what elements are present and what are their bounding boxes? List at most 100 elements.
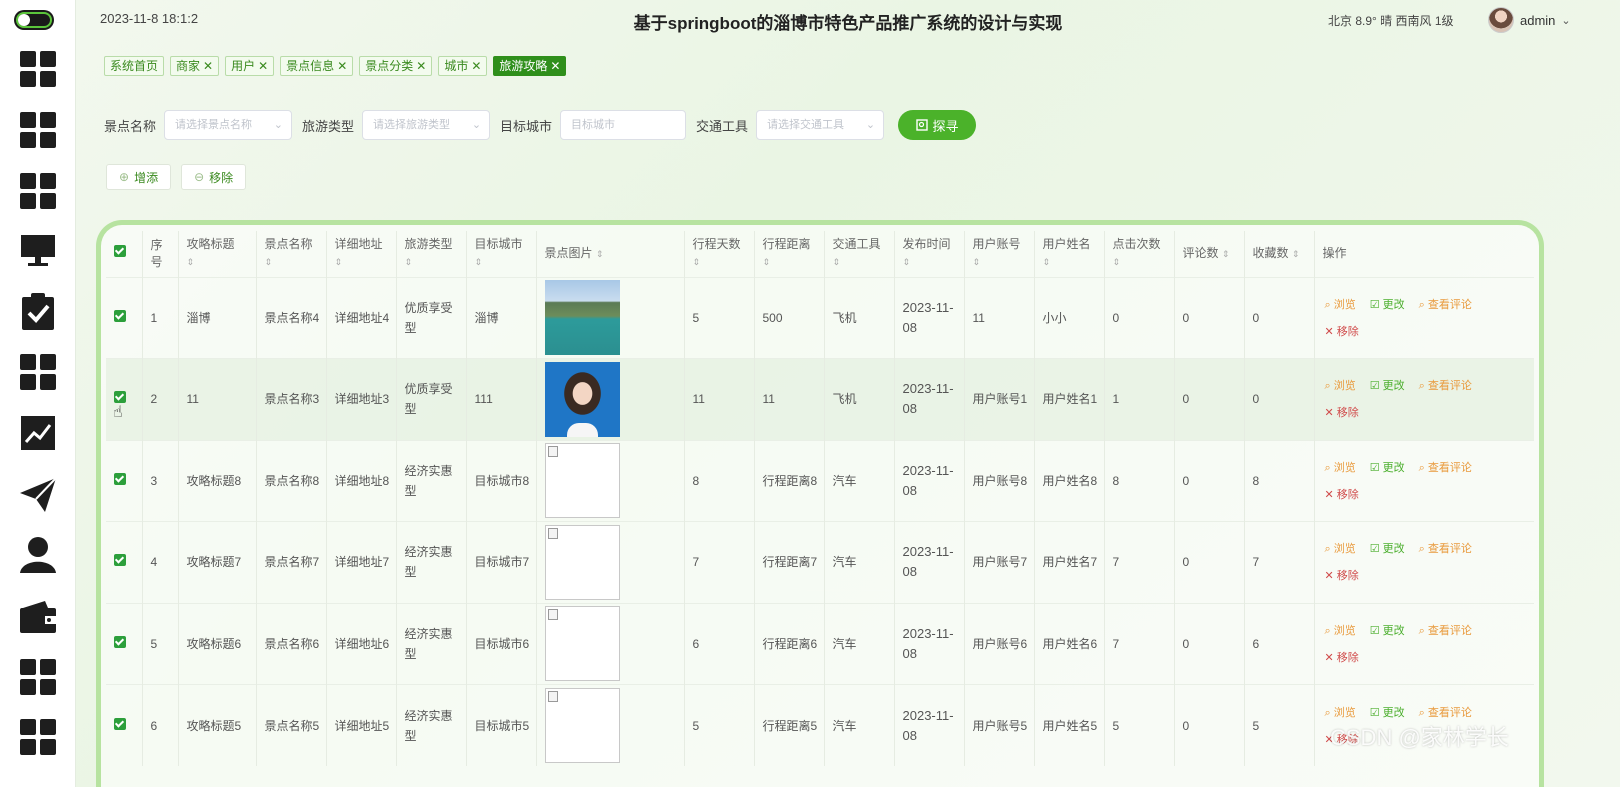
tag-user[interactable]: 用户 ✕ [225, 56, 275, 76]
view-button[interactable]: ⌕ 浏览 [1325, 292, 1356, 319]
close-icon[interactable]: ✕ [550, 59, 560, 73]
sort-icon[interactable]: ⇕ [833, 257, 841, 267]
col-uname[interactable]: 用户姓名 ⇕ [1034, 231, 1105, 277]
col-spot[interactable]: 景点名称 ⇕ [256, 231, 327, 277]
col-type[interactable]: 旅游类型 ⇕ [396, 231, 467, 277]
row-checkbox[interactable] [114, 472, 126, 485]
close-icon[interactable]: ✕ [203, 59, 213, 73]
grid-icon[interactable] [19, 658, 57, 696]
spot-image[interactable] [544, 606, 620, 682]
sort-icon[interactable]: ⇕ [1043, 257, 1051, 267]
row-checkbox[interactable] [114, 309, 126, 322]
spot-image[interactable] [544, 524, 620, 600]
transport-select[interactable]: 请选择交通工具 ⌄ [756, 110, 885, 140]
edit-button[interactable]: ☑ 更改 [1370, 373, 1405, 400]
tag-merchant[interactable]: 商家 ✕ [170, 56, 220, 76]
sort-icon[interactable]: ⇕ [405, 257, 413, 267]
delete-button[interactable]: ✕ 移除 [1325, 482, 1359, 509]
edit-button[interactable]: ☑ 更改 [1370, 536, 1405, 563]
user-menu[interactable]: admin ⌄ [1488, 7, 1571, 33]
search-icon: ⌕ [1418, 461, 1425, 474]
close-icon[interactable]: ✕ [471, 59, 481, 73]
col-image[interactable]: 景点图片 ⇕ [536, 231, 685, 277]
sort-icon[interactable]: ⇕ [903, 257, 911, 267]
col-address[interactable]: 详细地址 ⇕ [326, 231, 397, 277]
sort-icon[interactable]: ⇕ [335, 257, 343, 267]
col-comments[interactable]: 评论数 ⇕ [1174, 231, 1245, 277]
user-icon[interactable] [19, 536, 57, 574]
sort-icon[interactable]: ⇕ [265, 257, 273, 267]
col-clicks[interactable]: 点击次数 ⇕ [1104, 231, 1175, 277]
delete-button[interactable]: ✕ 移除 [1325, 400, 1359, 427]
grid-icon[interactable] [19, 353, 57, 391]
view-button[interactable]: ⌕ 浏览 [1325, 618, 1356, 645]
view-button[interactable]: ⌕ 浏览 [1325, 455, 1356, 482]
search-button[interactable]: 探寻 [898, 110, 977, 140]
view-comments-button[interactable]: ⌕ 查看评论 [1419, 618, 1472, 645]
spot-image[interactable] [544, 443, 620, 519]
sort-icon[interactable]: ⇕ [1113, 257, 1121, 267]
col-title[interactable]: 攻略标题 ⇕ [178, 231, 257, 277]
sort-icon[interactable]: ⇕ [763, 257, 771, 267]
close-icon[interactable]: ✕ [337, 59, 347, 73]
spot-image[interactable] [544, 361, 620, 437]
spot-image[interactable] [544, 688, 620, 763]
grid-icon[interactable] [19, 718, 57, 756]
col-account[interactable]: 用户账号 ⇕ [964, 231, 1035, 277]
sort-icon[interactable]: ⇕ [1222, 249, 1230, 259]
delete-button[interactable]: ✕ 移除 [1325, 319, 1359, 346]
tag-city[interactable]: 城市 ✕ [438, 56, 488, 76]
close-icon[interactable]: ✕ [416, 59, 426, 73]
view-comments-button[interactable]: ⌕ 查看评论 [1419, 536, 1472, 563]
monitor-icon[interactable] [19, 232, 57, 270]
view-comments-button[interactable]: ⌕ 查看评论 [1419, 373, 1472, 400]
row-checkbox[interactable] [114, 635, 126, 648]
view-button[interactable]: ⌕ 浏览 [1325, 536, 1356, 563]
view-comments-button[interactable]: ⌕ 查看评论 [1419, 455, 1472, 482]
row-checkbox[interactable] [114, 554, 126, 567]
col-favorites[interactable]: 收藏数 ⇕ [1244, 231, 1315, 277]
delete-button[interactable]: ✕ 移除 [1325, 645, 1359, 672]
clipboard-check-icon[interactable] [19, 293, 57, 331]
grid-icon[interactable] [19, 50, 57, 88]
tag-spot-category[interactable]: 景点分类 ✕ [359, 56, 433, 76]
chart-icon[interactable] [19, 414, 57, 452]
username[interactable]: admin [1520, 13, 1555, 28]
tag-label: 城市 [444, 59, 469, 73]
row-checkbox[interactable] [114, 717, 126, 730]
type-select[interactable]: 请选择旅游类型 ⌄ [362, 110, 491, 140]
grid-icon[interactable] [19, 172, 57, 210]
spot-select[interactable]: 请选择景点名称 ⌄ [164, 110, 293, 140]
remove-button[interactable]: ⊖ 移除 [181, 164, 247, 190]
sort-icon[interactable]: ⇕ [596, 249, 604, 259]
grid-icon[interactable] [19, 111, 57, 149]
col-distance[interactable]: 行程距离 ⇕ [754, 231, 825, 277]
sort-icon[interactable]: ⇕ [1292, 249, 1300, 259]
view-button[interactable]: ⌕ 浏览 [1325, 373, 1356, 400]
tag-spot-info[interactable]: 景点信息 ✕ [280, 56, 354, 76]
edit-button[interactable]: ☑ 更改 [1370, 455, 1405, 482]
sort-icon[interactable]: ⇕ [973, 257, 981, 267]
wallet-icon[interactable] [19, 598, 57, 636]
edit-button[interactable]: ☑ 更改 [1370, 292, 1405, 319]
delete-button[interactable]: ✕ 移除 [1325, 563, 1359, 590]
edit-button[interactable]: ☑ 更改 [1370, 618, 1405, 645]
paper-plane-icon[interactable] [19, 476, 57, 514]
col-city[interactable]: 目标城市 ⇕ [466, 231, 537, 277]
col-publish[interactable]: 发布时间 ⇕ [894, 231, 965, 277]
avatar[interactable] [1488, 7, 1514, 33]
col-transport[interactable]: 交通工具 ⇕ [824, 231, 895, 277]
chevron-down-icon[interactable]: ⌄ [1561, 14, 1570, 27]
col-days[interactable]: 行程天数 ⇕ [684, 231, 755, 277]
spot-image[interactable] [544, 280, 620, 356]
sort-icon[interactable]: ⇕ [187, 257, 195, 267]
city-input[interactable]: 目标城市 [560, 110, 687, 140]
tag-travel-guide[interactable]: 旅游攻略 ✕ [493, 56, 567, 76]
add-button[interactable]: ⊕ 增添 [106, 164, 172, 190]
sort-icon[interactable]: ⇕ [693, 257, 701, 267]
close-icon[interactable]: ✕ [258, 59, 268, 73]
view-comments-button[interactable]: ⌕ 查看评论 [1419, 292, 1472, 319]
tag-home[interactable]: 系统首页 [104, 56, 165, 76]
select-all-checkbox[interactable] [114, 245, 126, 258]
sort-icon[interactable]: ⇕ [475, 257, 483, 267]
